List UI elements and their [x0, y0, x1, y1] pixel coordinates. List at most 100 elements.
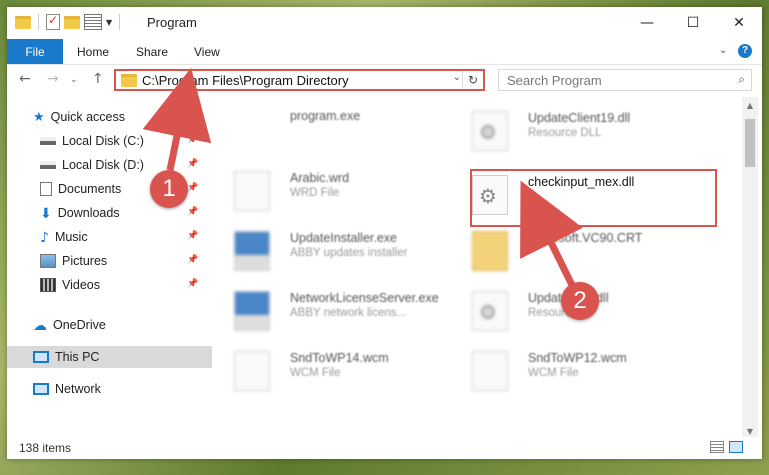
tab-file[interactable]: File — [7, 39, 63, 64]
folder-icon — [15, 15, 31, 29]
cloud-icon: ☁ — [33, 318, 47, 334]
tab-share[interactable]: Share — [136, 39, 168, 64]
file-item[interactable]: UpdateInstaller.exe ABBY updates install… — [222, 227, 457, 277]
back-arrow-icon[interactable]: ← — [19, 71, 31, 87]
drive-icon — [40, 137, 56, 145]
quick-access-toolbar: ▼ — [15, 13, 123, 30]
large-icons-view-icon[interactable] — [729, 441, 743, 453]
file-list: program.exe UpdateClient19.dll Resource … — [212, 97, 737, 437]
file-name: Arabic.wrd — [290, 171, 350, 185]
file-name: program.exe — [290, 109, 361, 123]
help-icon[interactable]: ? — [738, 44, 752, 58]
expand-ribbon-icon[interactable]: ⌄ — [719, 45, 727, 56]
scroll-up-icon[interactable]: ▲ — [742, 101, 758, 110]
drive-icon — [40, 161, 56, 169]
item-count: 138 items — [19, 441, 72, 455]
forward-arrow-icon[interactable]: → — [47, 71, 59, 87]
nav-item-label: Downloads — [57, 206, 120, 220]
explorer-window: ▼ Program — ☐ ✕ File Home Share View ⌄ ?… — [7, 7, 762, 459]
pin-icon[interactable]: 📌 — [187, 135, 198, 145]
file-name: SndToWP14.wcm — [290, 351, 389, 365]
close-button[interactable]: ✕ — [716, 7, 762, 39]
title-bar: ▼ Program — ☐ ✕ — [7, 7, 762, 39]
file-item[interactable]: Microsoft.VC90.CRT — [460, 227, 695, 277]
tab-view[interactable]: View — [194, 39, 220, 64]
file-type: WCM File — [528, 367, 579, 379]
nav-item-documents[interactable]: Documents 📌 — [7, 178, 235, 200]
dll-file-icon — [472, 291, 508, 331]
toolbar-divider — [38, 14, 39, 30]
nav-item-quick-access[interactable]: ★ Quick access — [7, 106, 228, 128]
chevron-down-icon[interactable]: ⌄ — [453, 72, 461, 83]
pin-icon[interactable]: 📌 — [187, 207, 198, 217]
file-name: Microsoft.VC90.CRT — [528, 231, 643, 245]
pin-icon[interactable]: 📌 — [187, 183, 198, 193]
up-arrow-icon[interactable]: ↑ — [92, 71, 104, 87]
file-item[interactable]: SndToWP14.wcm WCM File — [222, 347, 457, 397]
file-type: ABBY network licens... — [290, 307, 407, 319]
ribbon: File Home Share View ⌄ ? — [7, 39, 762, 65]
recent-locations-icon[interactable]: ⌄ — [70, 75, 78, 85]
file-type: Resource DLL — [528, 127, 602, 139]
file-name: SndToWP12.wcm — [528, 351, 627, 365]
nav-item-pictures[interactable]: Pictures 📌 — [7, 250, 235, 272]
vertical-scrollbar[interactable]: ▲ ▼ — [742, 97, 758, 442]
step-callout-1: 1 — [150, 170, 188, 208]
nav-item-videos[interactable]: Videos 📌 — [7, 274, 235, 296]
nav-item-label: Videos — [62, 278, 100, 292]
nav-item-onedrive[interactable]: ☁ OneDrive — [7, 314, 228, 336]
file-icon — [472, 351, 508, 391]
step-callout-2: 2 — [561, 282, 599, 320]
nav-item-label: Network — [55, 382, 101, 396]
nav-item-music[interactable]: ♪ Music 📌 — [7, 226, 235, 248]
music-icon: ♪ — [40, 230, 49, 246]
search-placeholder: Search Program — [507, 73, 602, 88]
file-type: WCM File — [290, 367, 341, 379]
customize-icon[interactable] — [84, 14, 102, 30]
nav-item-label: Pictures — [62, 254, 108, 268]
file-icon — [234, 171, 270, 211]
file-type: WRD File — [290, 187, 340, 199]
nav-item-network[interactable]: Network — [7, 378, 228, 400]
nav-item-label: Local Disk (D:) — [62, 158, 144, 172]
file-item[interactable]: UpdateClient19.dll Resource DLL — [460, 107, 695, 157]
nav-item-local-disk-d[interactable]: Local Disk (D:) 📌 — [7, 154, 235, 176]
folder-icon — [472, 231, 508, 271]
download-icon: ⬇ — [40, 206, 52, 222]
pin-icon[interactable]: 📌 — [187, 231, 198, 241]
details-view-icon[interactable] — [710, 441, 724, 453]
documents-icon — [40, 182, 52, 196]
tab-home[interactable]: Home — [77, 39, 109, 64]
pin-icon[interactable]: 📌 — [187, 159, 198, 169]
address-bar[interactable]: C:\Program Files\Program Directory ⌄ ↻ — [114, 69, 485, 91]
scrollbar-thumb[interactable] — [745, 119, 755, 167]
scroll-down-icon[interactable]: ▼ — [742, 427, 758, 436]
address-path[interactable]: C:\Program Files\Program Directory — [142, 73, 349, 88]
pin-icon[interactable]: 📌 — [187, 279, 198, 289]
nav-item-local-disk-c[interactable]: Local Disk (C:) 📌 — [7, 130, 235, 152]
nav-item-downloads[interactable]: ⬇ Downloads 📌 — [7, 202, 235, 224]
pin-icon[interactable]: 📌 — [187, 255, 198, 265]
chevron-down-icon[interactable]: ▼ — [106, 18, 112, 27]
nav-item-label: Music — [54, 230, 88, 244]
file-item[interactable]: NetworkLicenseServer.exe ABBY network li… — [222, 287, 457, 337]
refresh-icon[interactable]: ↻ — [462, 71, 483, 89]
nav-item-label: Quick access — [50, 110, 125, 124]
file-icon — [234, 351, 270, 391]
search-input[interactable]: Search Program ⌕ — [498, 69, 752, 91]
file-item[interactable]: SndToWP12.wcm WCM File — [460, 347, 695, 397]
file-item[interactable]: program.exe — [222, 105, 457, 155]
nav-item-label: Documents — [58, 182, 122, 196]
dll-file-icon — [472, 111, 508, 151]
file-type: ABBY updates installer — [290, 247, 408, 259]
search-icon: ⌕ — [738, 72, 745, 86]
file-item[interactable]: Arabic.wrd WRD File — [222, 167, 457, 217]
properties-check-icon[interactable] — [46, 13, 60, 30]
nav-item-this-pc[interactable]: This PC — [7, 346, 228, 368]
navigation-pane: ★ Quick access Local Disk (C:) 📌 Local D… — [7, 97, 228, 437]
exe-file-icon — [234, 109, 270, 149]
new-folder-icon[interactable] — [64, 15, 80, 29]
maximize-button[interactable]: ☐ — [670, 7, 716, 39]
minimize-button[interactable]: — — [624, 7, 670, 39]
status-bar: 138 items — [7, 437, 762, 459]
